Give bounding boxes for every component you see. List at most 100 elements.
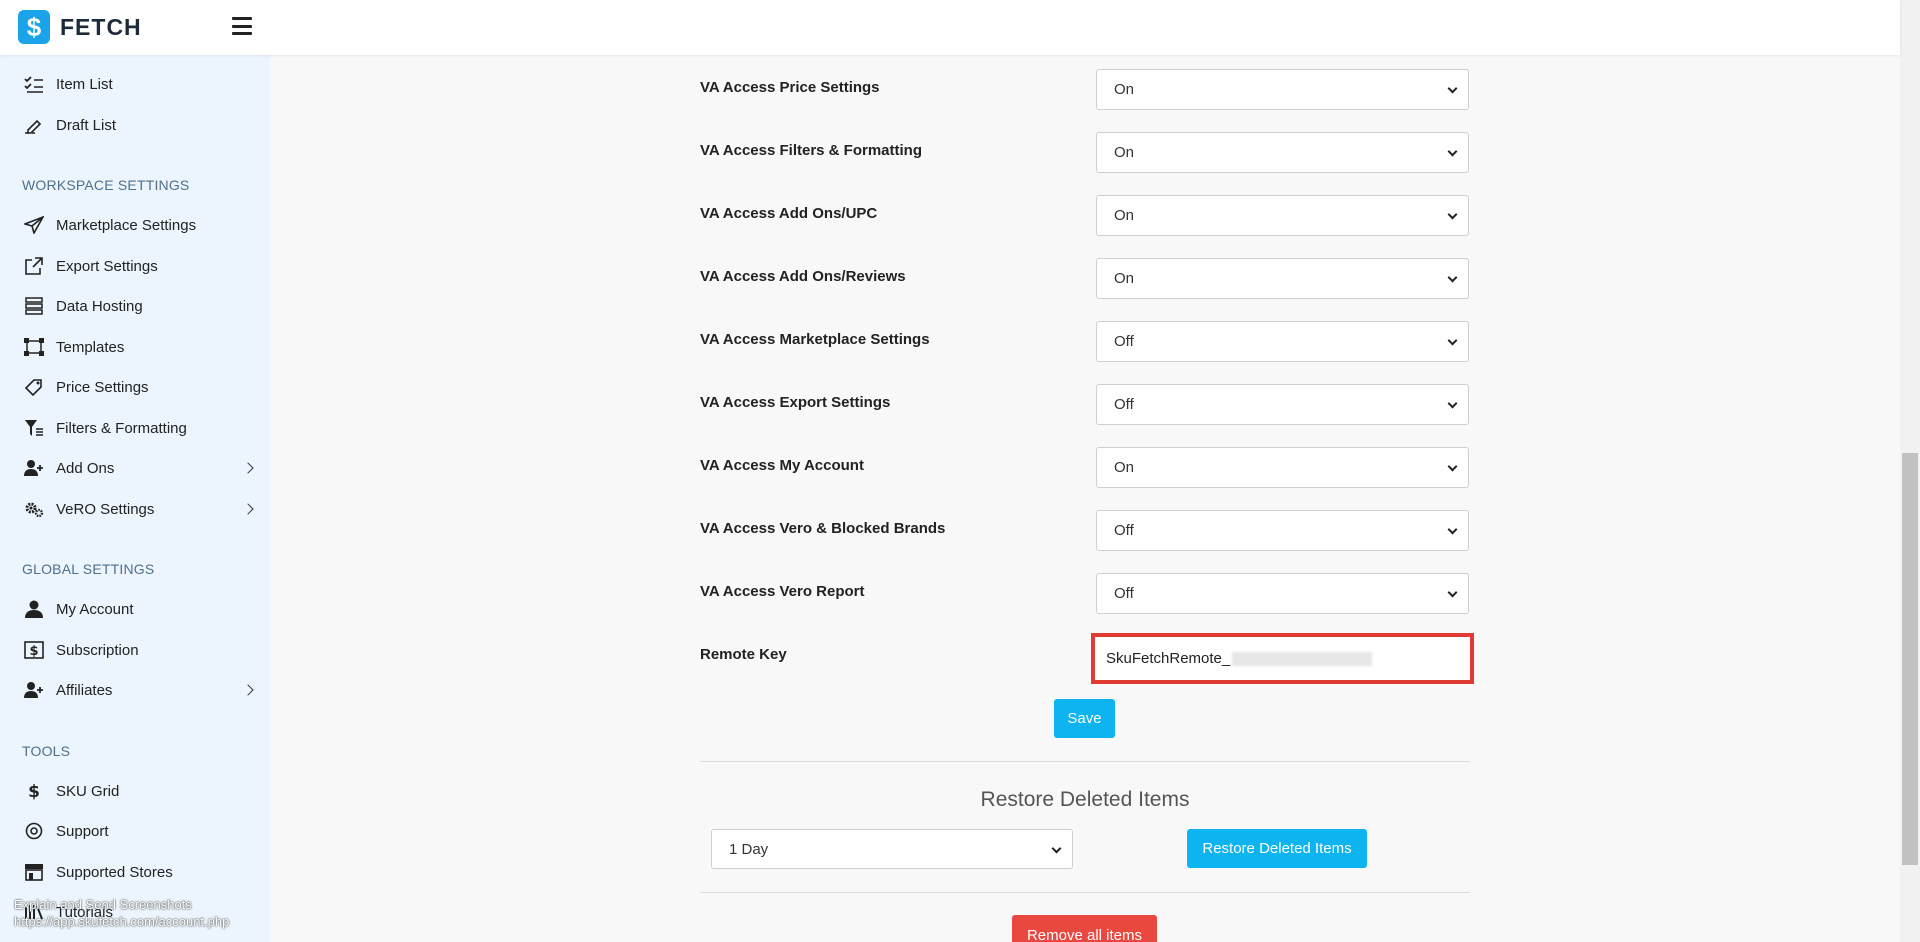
menu-toggle-icon[interactable] (232, 17, 252, 35)
sidebar-item-supported-stores[interactable]: Supported Stores (22, 858, 252, 886)
checklist-icon (22, 74, 46, 94)
sidebar-item-label: Templates (56, 338, 125, 356)
setting-label: VA Access Vero & Blocked Brands (700, 520, 946, 537)
sidebar-item-price-settings[interactable]: Price Settings (22, 373, 252, 401)
setting-label: VA Access Export Settings (700, 394, 891, 411)
va-access-export-settings-select[interactable]: Off (1096, 384, 1469, 425)
restore-period-select[interactable]: 1 Day (711, 829, 1073, 869)
dollar-icon: $ (22, 781, 46, 801)
support-icon (22, 821, 46, 841)
sidebar-item-label: My Account (56, 600, 134, 618)
sidebar-item-label: Data Hosting (56, 297, 143, 315)
user-icon (22, 599, 46, 619)
sidebar-item-item-list[interactable]: Item List (22, 70, 252, 98)
paper-plane-icon (22, 215, 46, 235)
logo-icon: $ (18, 10, 50, 44)
restore-deleted-items-heading: Restore Deleted Items (980, 788, 1190, 811)
select-value: Off (1114, 585, 1134, 602)
sidebar-item-label: Filters & Formatting (56, 419, 187, 437)
server-icon (22, 296, 46, 316)
chevron-down-icon (1447, 587, 1458, 598)
redacted-key (1232, 651, 1373, 666)
sidebar-item-add-ons[interactable]: Add Ons (22, 454, 254, 482)
sidebar-item-label: Item List (56, 75, 113, 93)
chevron-down-icon (1447, 335, 1458, 346)
select-value: On (1114, 144, 1135, 161)
sidebar-item-label: Marketplace Settings (56, 216, 197, 234)
select-value: Off (1114, 522, 1134, 539)
chevron-down-icon (1447, 146, 1458, 157)
setting-label: VA Access Price Settings (700, 79, 880, 96)
price-tag-icon (22, 377, 46, 397)
overlay-caption: Explain and Send Screenshots (14, 897, 192, 912)
global-settings-heading: GLOBAL SETTINGS (22, 561, 155, 577)
vector-square-icon (22, 337, 46, 357)
top-bar: $ FETCH (0, 0, 1900, 55)
chevron-right-icon (242, 503, 254, 515)
shop-icon (22, 862, 46, 882)
sidebar-item-label: Supported Stores (56, 863, 173, 881)
sidebar-item-label: Export Settings (56, 257, 158, 275)
va-access-vero-blocked-brands-select[interactable]: Off (1096, 510, 1469, 551)
divider (700, 892, 1470, 893)
setting-label: VA Access Vero Report (700, 583, 865, 600)
setting-label: VA Access Add Ons/UPC (700, 205, 878, 222)
edit-draft-icon (22, 115, 46, 135)
user-plus-icon (22, 680, 46, 700)
sidebar-item-templates[interactable]: Templates (22, 333, 252, 361)
remote-key-highlight: SkuFetchRemote_ (1091, 633, 1474, 684)
sidebar-item-support[interactable]: Support (22, 817, 252, 845)
va-access-add-ons-reviews-select[interactable]: On (1096, 258, 1469, 299)
va-access-marketplace-settings-select[interactable]: Off (1096, 321, 1469, 362)
sidebar-item-draft-list[interactable]: Draft List (22, 111, 252, 139)
sidebar-item-subscription[interactable]: $ Subscription (22, 636, 252, 664)
va-access-add-ons-upc-select[interactable]: On (1096, 195, 1469, 236)
setting-label: VA Access Marketplace Settings (700, 331, 930, 348)
sidebar-item-label: VeRO Settings (56, 500, 155, 518)
sidebar-item-data-hosting[interactable]: Data Hosting (22, 292, 252, 320)
sidebar-item-label: Price Settings (56, 378, 149, 396)
sidebar-item-label: Affiliates (56, 681, 113, 699)
scrollbar-thumb[interactable] (1902, 453, 1918, 865)
sidebar-item-vero-settings[interactable]: VeRO Settings (22, 495, 254, 523)
sidebar-item-label: SKU Grid (56, 782, 120, 800)
sidebar-item-filters-formatting[interactable]: Filters & Formatting (22, 414, 252, 442)
setting-label: VA Access Filters & Formatting (700, 142, 922, 159)
va-access-vero-report-select[interactable]: Off (1096, 573, 1469, 614)
workspace-settings-heading: WORKSPACE SETTINGS (22, 177, 190, 193)
sidebar-item-label: Support (56, 822, 109, 840)
remote-key-label: Remote Key (700, 646, 787, 663)
chevron-down-icon (1447, 461, 1458, 472)
va-access-my-account-select[interactable]: On (1096, 447, 1469, 488)
dollar-box-icon: $ (22, 640, 46, 660)
select-value: 1 Day (729, 840, 769, 858)
save-button[interactable]: Save (1054, 699, 1115, 738)
chevron-down-icon (1447, 398, 1458, 409)
remote-key-field[interactable]: SkuFetchRemote_ (1102, 644, 1463, 673)
select-value: On (1114, 81, 1135, 98)
va-access-filters-formatting-select[interactable]: On (1096, 132, 1469, 173)
status-url-text: https://app.skufetch.com/account.php (14, 914, 230, 929)
sidebar-item-affiliates[interactable]: Affiliates (22, 676, 254, 704)
svg-text:$: $ (28, 782, 40, 800)
app-logo[interactable]: $ FETCH (18, 10, 142, 44)
select-value: On (1114, 207, 1135, 224)
select-value: Off (1114, 396, 1134, 413)
sidebar-item-export-settings[interactable]: Export Settings (22, 252, 252, 280)
sidebar-item-label: Subscription (56, 641, 139, 659)
svg-text:$: $ (29, 644, 38, 659)
setting-label: VA Access My Account (700, 457, 864, 474)
restore-deleted-items-button[interactable]: Restore Deleted Items (1187, 829, 1367, 868)
remove-all-items-button[interactable]: Remove all items (1012, 915, 1157, 942)
sidebar-item-marketplace-settings[interactable]: Marketplace Settings (22, 211, 252, 239)
sidebar-item-my-account[interactable]: My Account (22, 595, 252, 623)
sidebar-item-sku-grid[interactable]: $ SKU Grid (22, 777, 252, 805)
select-value: On (1114, 459, 1135, 476)
filter-icon (22, 418, 46, 438)
divider (700, 761, 1470, 762)
status-overlay: Explain and Send Screenshots https://app… (14, 896, 229, 930)
chevron-down-icon (1447, 83, 1458, 94)
remote-key-value: SkuFetchRemote_ (1106, 650, 1231, 667)
page-scrollbar[interactable] (1900, 0, 1920, 942)
va-access-price-settings-select[interactable]: On (1096, 69, 1469, 110)
